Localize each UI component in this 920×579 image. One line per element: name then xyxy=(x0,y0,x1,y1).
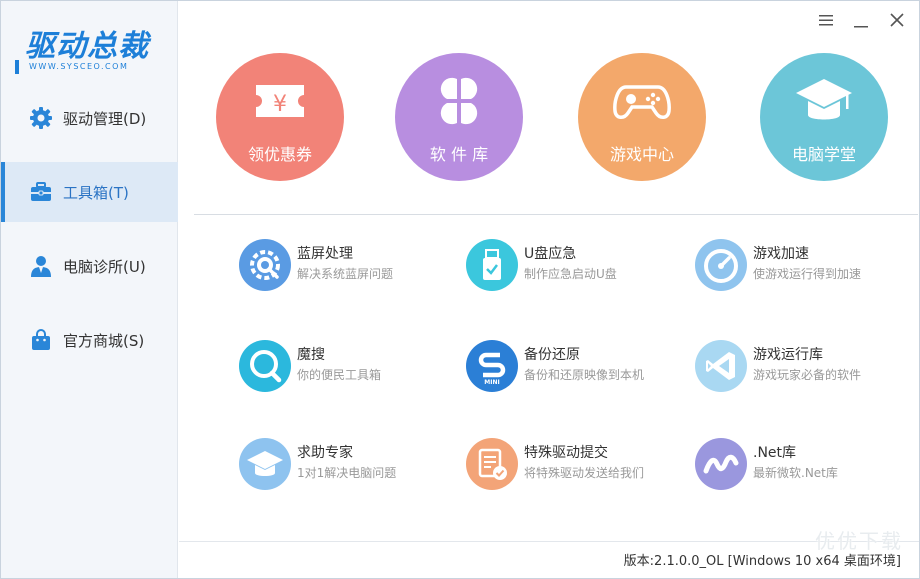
sidebar-item-official-store[interactable]: 官方商城(S) xyxy=(1,310,178,370)
tool-submit-special-driver[interactable]: 特殊驱动提交 将特殊驱动发送给我们 xyxy=(466,438,676,494)
app-logo: 驱动总裁 WWW.SYSCEO.COM xyxy=(15,15,165,75)
tool-desc: 游戏玩家必备的软件 xyxy=(753,368,862,382)
app-window: 驱动总裁 WWW.SYSCEO.COM 驱动管理(D) 工具箱(T) 电脑诊所(… xyxy=(0,0,920,579)
gear-wrench-icon xyxy=(250,250,280,280)
tool-title: U盘应急 xyxy=(524,246,577,262)
sidebar-item-label: 官方商城(S) xyxy=(63,331,145,350)
tool-dotnet-library[interactable]: .Net库 最新微软.Net库 xyxy=(695,438,905,494)
coupon-button[interactable]: ¥ 领优惠券 xyxy=(216,53,344,181)
tool-icon-bg xyxy=(466,239,518,291)
sidebar-item-driver-management[interactable]: 驱动管理(D) xyxy=(1,88,178,148)
tool-mosou[interactable]: 魔搜 你的便民工具箱 xyxy=(239,340,449,396)
tool-title: 备份还原 xyxy=(524,347,580,363)
tool-title: 特殊驱动提交 xyxy=(524,445,608,461)
tool-game-acceleration[interactable]: 游戏加速 使游戏运行得到加速 xyxy=(695,239,905,295)
minimize-icon xyxy=(854,26,868,28)
menu-button[interactable] xyxy=(817,11,835,29)
game-center-button[interactable]: 游戏中心 xyxy=(578,53,706,181)
toolbox-icon xyxy=(31,182,51,201)
logo-accent xyxy=(15,60,19,74)
circle-label: 电脑学堂 xyxy=(791,145,856,164)
circle-label: 领优惠券 xyxy=(247,145,312,164)
tool-desc: 你的便民工具箱 xyxy=(297,368,382,382)
tool-backup-restore[interactable]: MINI 备份还原 备份和还原映像到本机 xyxy=(466,340,676,396)
sidebar: 驱动总裁 WWW.SYSCEO.COM 驱动管理(D) 工具箱(T) 电脑诊所(… xyxy=(1,1,178,578)
watermark: 优优下载 xyxy=(815,529,903,553)
pc-classroom-button[interactable]: 电脑学堂 xyxy=(760,53,888,181)
tool-desc: 备份和还原映像到本机 xyxy=(524,368,645,382)
circle-label: 游戏中心 xyxy=(609,145,674,164)
tool-desc: 制作应急启动U盘 xyxy=(524,267,617,281)
clover-grid-icon xyxy=(440,77,478,125)
shopping-bag-icon xyxy=(32,329,50,350)
visual-studio-icon xyxy=(706,352,735,380)
svg-text:MINI: MINI xyxy=(484,379,499,386)
magnifier-icon xyxy=(250,350,282,383)
dotnet-icon xyxy=(703,454,739,474)
coupon-icon: ¥ xyxy=(256,85,304,117)
tool-desc: 将特殊驱动发送给我们 xyxy=(524,466,645,480)
document-check-icon xyxy=(478,448,507,480)
sidebar-item-label: 电脑诊所(U) xyxy=(63,257,146,276)
tool-desc: 解决系统蓝屏问题 xyxy=(297,267,394,281)
tool-title: 游戏加速 xyxy=(753,246,809,262)
sidebar-item-label: 工具箱(T) xyxy=(63,183,129,202)
tool-usb-emergency[interactable]: U盘应急 制作应急启动U盘 xyxy=(466,239,676,295)
divider xyxy=(194,214,918,215)
gamepad-icon xyxy=(613,85,671,119)
software-library-button[interactable]: 软 件 库 xyxy=(395,53,523,181)
logo-url: WWW.SYSCEO.COM xyxy=(29,62,129,71)
graduation-cap-icon xyxy=(796,79,852,120)
tool-icon-bg xyxy=(239,239,291,291)
tool-bsod-repair[interactable]: 蓝屏处理 解决系统蓝屏问题 xyxy=(239,239,449,295)
backup-mini-icon: MINI xyxy=(478,352,506,386)
tool-icon-bg xyxy=(239,438,291,490)
tool-title: .Net库 xyxy=(753,445,797,461)
usb-drive-icon xyxy=(483,249,501,280)
tool-icon-bg: MINI xyxy=(466,340,518,392)
tool-icon-bg xyxy=(695,340,747,392)
gear-icon xyxy=(30,107,52,129)
tool-icon-bg xyxy=(695,438,747,490)
tool-desc: 最新微软.Net库 xyxy=(753,466,838,480)
tool-icon-bg xyxy=(695,239,747,291)
sidebar-item-pc-clinic[interactable]: 电脑诊所(U) xyxy=(1,236,178,296)
circle-label: 软 件 库 xyxy=(429,145,489,164)
tool-title: 魔搜 xyxy=(297,347,325,363)
minimize-button[interactable] xyxy=(852,11,870,29)
doctor-icon xyxy=(31,256,51,277)
tool-icon-bg xyxy=(466,438,518,490)
logo-text: 驱动总裁 xyxy=(25,29,149,64)
tool-title: 求助专家 xyxy=(297,445,353,461)
expert-cap-icon xyxy=(247,451,283,476)
sidebar-item-toolbox[interactable]: 工具箱(T) xyxy=(1,162,178,222)
tool-title: 蓝屏处理 xyxy=(297,246,353,262)
tool-desc: 使游戏运行得到加速 xyxy=(753,267,862,281)
tool-game-runtime[interactable]: 游戏运行库 游戏玩家必备的软件 xyxy=(695,340,905,396)
tool-icon-bg xyxy=(239,340,291,392)
sidebar-item-label: 驱动管理(D) xyxy=(63,109,147,128)
tool-desc: 1对1解决电脑问题 xyxy=(297,466,397,480)
footer-divider xyxy=(179,541,919,542)
close-button[interactable] xyxy=(888,11,906,29)
svg-text:¥: ¥ xyxy=(273,92,287,117)
tool-title: 游戏运行库 xyxy=(753,347,823,363)
speedometer-icon xyxy=(704,249,738,283)
tool-ask-expert[interactable]: 求助专家 1对1解决电脑问题 xyxy=(239,438,449,494)
close-icon xyxy=(890,13,904,27)
menu-icon xyxy=(819,15,833,26)
